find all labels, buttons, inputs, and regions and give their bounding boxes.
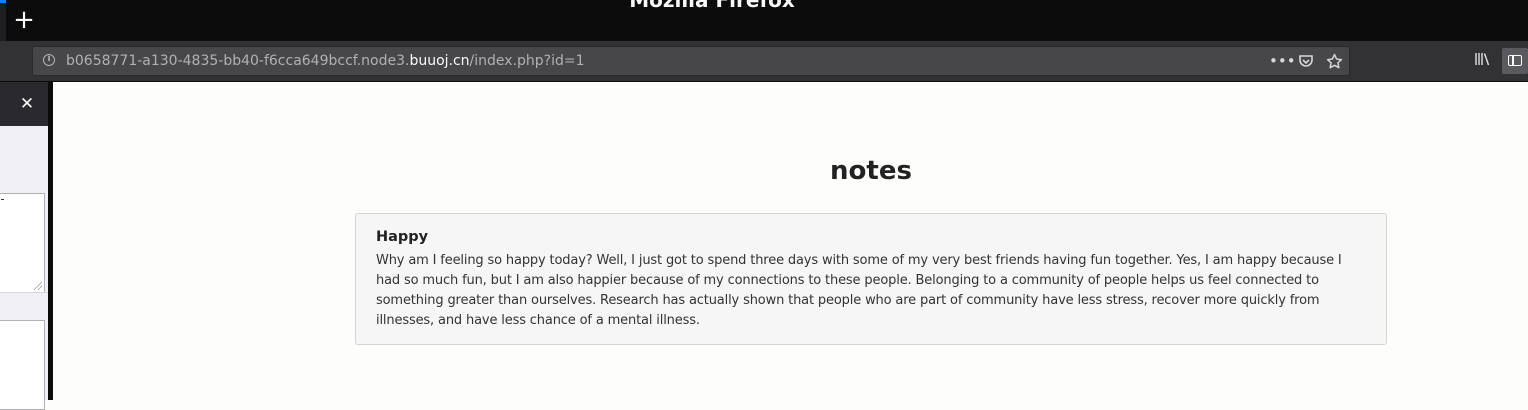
resize-handle[interactable] [34,282,42,290]
pocket-icon[interactable] [1297,51,1315,71]
note-body: Why am I feeling so happy today? Well, I… [376,253,1342,328]
url-host: buuoj.cn [409,53,470,69]
page-title: notes [830,156,912,186]
url-prefix: b0658771-a130-4835-bb40-f6cca649bccf.nod… [66,53,410,69]
sidebar-textarea-top[interactable] [0,193,45,293]
close-icon[interactable]: ✕ [16,93,38,115]
page-actions: ••• [1269,51,1343,71]
window-title: Mozilla Firefox [629,0,795,12]
sidebar-icon[interactable] [1502,48,1528,74]
url-bar[interactable]: i b0658771-a130-4835-bb40-f6cca649bccf.n… [32,46,1350,76]
ellipsis-icon[interactable]: ••• [1269,51,1296,71]
navigation-bar: i b0658771-a130-4835-bb40-f6cca649bccf.n… [0,41,1528,82]
note-card: Happy Why am I feeling so happy today? W… [355,213,1387,345]
url-text[interactable]: b0658771-a130-4835-bb40-f6cca649bccf.nod… [66,53,585,69]
sidebar-splitter[interactable] [48,82,53,400]
active-tab-indicator [0,0,6,3]
star-icon[interactable] [1325,51,1343,71]
sidebar-divider [0,292,48,293]
new-tab-button[interactable]: + [10,6,38,34]
sidebar-panel: ✕ [0,82,48,410]
sidebar-textarea-bottom[interactable] [0,320,45,410]
sidebar-glyph [1508,55,1522,66]
url-path: /index.php?id=1 [469,53,585,69]
sidebar-header: ✕ [0,82,48,126]
text-cursor [1,199,4,200]
tab-edge[interactable] [0,0,6,41]
note-title: Happy [376,229,429,245]
library-icon[interactable] [1473,51,1493,71]
info-icon[interactable]: i [43,54,55,66]
title-bar: + Mozilla Firefox [0,0,1528,41]
